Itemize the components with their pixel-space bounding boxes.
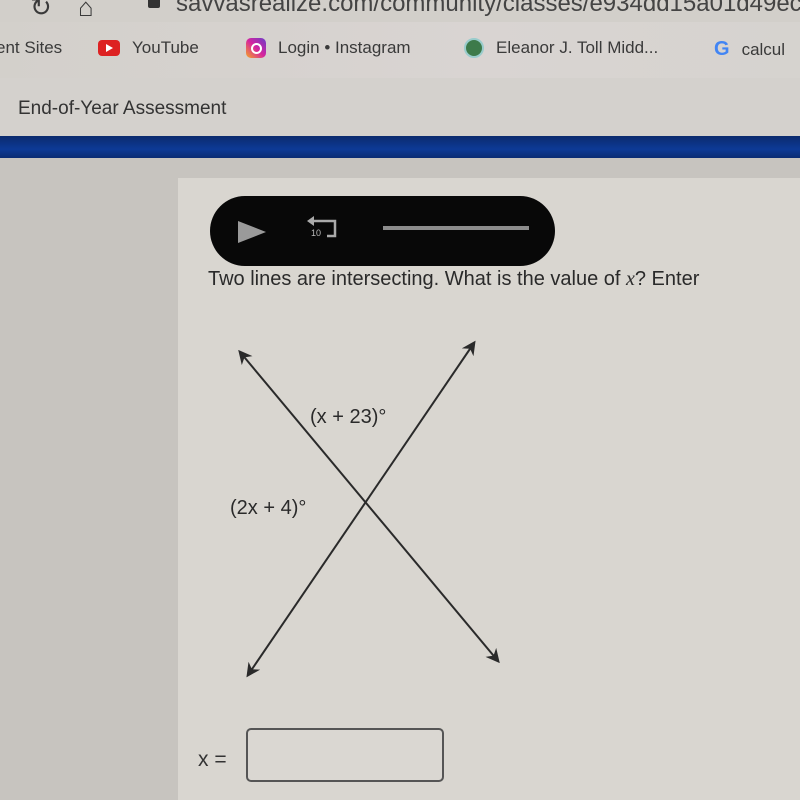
question-prefix: Two lines are intersecting. What is the … [208,268,626,290]
bookmark-label: Login • Instagram [278,38,411,57]
rewind-10-icon[interactable]: 10 [305,214,345,244]
bookmark-label: calcul [741,39,786,59]
bookmark-sites[interactable]: ent Sites [0,38,62,58]
bookmark-label: Eleanor J. Toll Midd... [496,38,659,57]
header-accent-bar [0,136,800,158]
angle-label-left: (2x + 4)° [230,497,307,519]
bookmark-instagram[interactable]: Login • Instagram [246,38,411,58]
bookmark-google[interactable]: G calcul [714,38,785,61]
school-icon [464,38,484,58]
bookmark-youtube[interactable]: YouTube [98,38,199,58]
angle-label-top: (x + 23)° [310,406,387,428]
answer-label: x = [198,748,227,771]
question-text: Two lines are intersecting. What is the … [208,268,699,291]
home-icon[interactable]: ⌂ [78,0,94,23]
audio-progress-track[interactable] [383,226,529,230]
answer-input[interactable] [246,728,444,782]
instagram-icon [246,38,266,58]
play-icon[interactable] [238,221,266,243]
bookmark-label: ent Sites [0,38,63,57]
bookmark-school[interactable]: Eleanor J. Toll Midd... [464,38,658,58]
page-title: End-of-Year Assessment [18,98,227,119]
bookmark-label: YouTube [132,38,199,57]
question-variable: x [625,268,635,290]
google-icon: G [714,38,730,60]
app-header: End-of-Year Assessment [0,78,800,136]
browser-address-bar[interactable]: ↻ ⌂ savvasrealize.com/community/classes/… [0,0,800,22]
rewind-seconds: 10 [311,228,322,238]
lock-icon [148,0,160,8]
youtube-icon [98,40,120,56]
question-suffix: ? Enter [634,268,700,290]
url-text[interactable]: savvasrealize.com/community/classes/e934… [176,0,800,18]
reload-icon[interactable]: ↻ [30,0,52,23]
bookmarks-bar: ent Sites YouTube Login • Instagram Elea… [0,22,800,78]
